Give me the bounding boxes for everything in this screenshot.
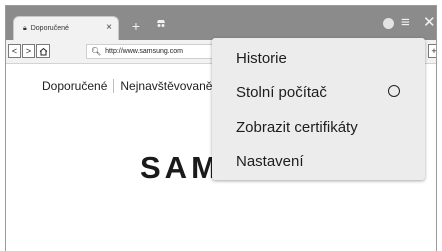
menu-item-history[interactable]: Historie: [236, 50, 287, 67]
desktop-site-radio[interactable]: [388, 85, 400, 97]
tab-strip: 🔒︎ Doporučené × + ≡ ✕: [6, 6, 436, 40]
menu-item-settings[interactable]: Nastavení: [236, 153, 304, 170]
lock-icon: 🔒︎: [23, 24, 27, 32]
page-subnav: Doporučené Nejnavštěvovaně: [42, 79, 212, 93]
back-button[interactable]: <: [8, 44, 21, 58]
subnav-divider: [113, 79, 115, 93]
menu-icon[interactable]: ≡: [401, 15, 410, 30]
tab-doporucene[interactable]: 🔒︎ Doporučené ×: [13, 16, 119, 40]
new-tab-icon[interactable]: +: [127, 18, 145, 36]
subnav-most-visited[interactable]: Nejnavštěvovaně: [120, 79, 212, 93]
overflow-menu: Historie Stolní počítač Zobrazit certifi…: [212, 38, 425, 180]
close-window-icon[interactable]: ✕: [423, 15, 436, 30]
incognito-icon[interactable]: [152, 17, 170, 35]
samsung-logo: SAM: [140, 150, 221, 185]
home-button[interactable]: [36, 44, 50, 58]
close-tab-icon[interactable]: ×: [106, 22, 112, 33]
subnav-recommended[interactable]: Doporučené: [42, 79, 107, 93]
menu-item-view-certificates[interactable]: Zobrazit certifikáty: [236, 119, 358, 136]
search-icon: 🔍︎: [91, 47, 102, 56]
forward-button[interactable]: >: [22, 44, 35, 58]
tab-title: Doporučené: [30, 25, 69, 32]
add-button[interactable]: +: [428, 44, 436, 58]
profile-icon[interactable]: [383, 18, 394, 29]
url-text: http://www.samsung.com: [105, 48, 183, 55]
menu-item-desktop-site[interactable]: Stolní počítač: [236, 84, 327, 101]
